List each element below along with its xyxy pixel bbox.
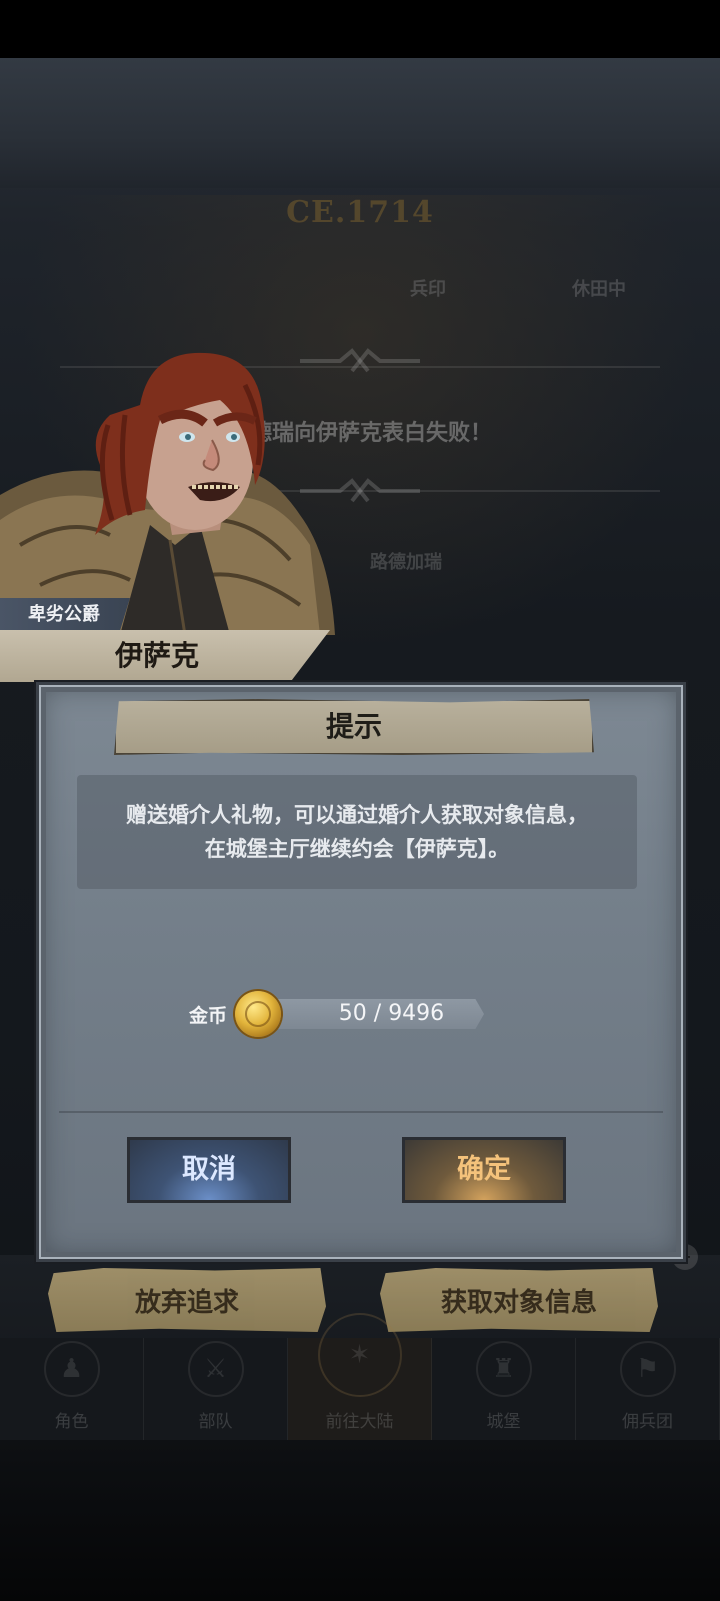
troops-icon: ⚔ — [187, 1341, 244, 1397]
gold-coin-icon — [235, 991, 281, 1037]
dialog-title: 提示 — [114, 699, 594, 755]
dialog-message: 赠送婚介人礼物，可以通过婚介人获取对象信息， 在城堡主厅继续约会【伊萨克】。 — [77, 775, 637, 889]
get-info-button[interactable]: 获取对象信息 — [380, 1268, 658, 1332]
bottom-area — [0, 1440, 720, 1601]
nav-item-label: 部队 — [198, 1412, 233, 1432]
prompt-dialog: 提示 赠送婚介人礼物，可以通过婚介人获取对象信息， 在城堡主厅继续约会【伊萨克】… — [36, 682, 686, 1262]
confirm-button[interactable]: 确定 — [402, 1137, 566, 1203]
castle-icon: ♜ — [475, 1341, 532, 1397]
cost-value: 50 / 9496 — [269, 999, 484, 1029]
nav-item-label: 城堡 — [486, 1412, 521, 1432]
nav-item-label: 角色 — [54, 1412, 89, 1432]
nav-item-character[interactable]: ♟ 角色 — [0, 1338, 144, 1440]
game-screen: CE.1714 兵印 休田中 德瑞向伊萨克表白失败！ 路德加瑞 2171 + 放… — [0, 0, 720, 1601]
nav-item-castle[interactable]: ♜ 城堡 — [432, 1338, 576, 1440]
background-label-right: 休田中 — [572, 279, 626, 300]
status-bar-area — [0, 0, 720, 58]
world-map-icon: ✶ — [317, 1313, 402, 1397]
give-up-button[interactable]: 放弃追求 — [48, 1268, 326, 1332]
nav-item-troops[interactable]: ⚔ 部队 — [144, 1338, 288, 1440]
character-rank-tag: 卑劣公爵 — [0, 598, 130, 632]
cost-label: 金币 — [189, 1005, 228, 1027]
character-name-banner: 伊萨克 — [0, 630, 330, 682]
bottom-nav: ♟ 角色 ⚔ 部队 ✶ 前往大陆 ♜ 城堡 ⚑ 佣兵团 — [0, 1313, 720, 1440]
nav-item-label: 前往大陆 — [325, 1412, 394, 1432]
mercenary-icon: ⚑ — [619, 1341, 676, 1397]
character-icon: ♟ — [43, 1341, 100, 1397]
dialog-message-line: 在城堡主厅继续约会【伊萨克】。 — [204, 837, 510, 861]
cost-row: 金币 50 / 9496 — [189, 991, 489, 1037]
nav-item-mercenary[interactable]: ⚑ 佣兵团 — [576, 1338, 720, 1440]
nav-item-world-map[interactable]: ✶ 前往大陆 — [288, 1313, 432, 1440]
background-year: CE.1714 — [286, 195, 434, 230]
background-top-band — [0, 58, 720, 188]
background-label-sub: 路德加瑞 — [370, 552, 442, 573]
cancel-button[interactable]: 取消 — [127, 1137, 291, 1203]
background-label-left: 兵印 — [410, 279, 446, 300]
dialog-message-line: 赠送婚介人礼物，可以通过婚介人获取对象信息， — [126, 803, 588, 827]
dialog-divider — [59, 1111, 663, 1113]
character-portrait — [0, 352, 335, 635]
nav-item-label: 佣兵团 — [622, 1412, 673, 1432]
